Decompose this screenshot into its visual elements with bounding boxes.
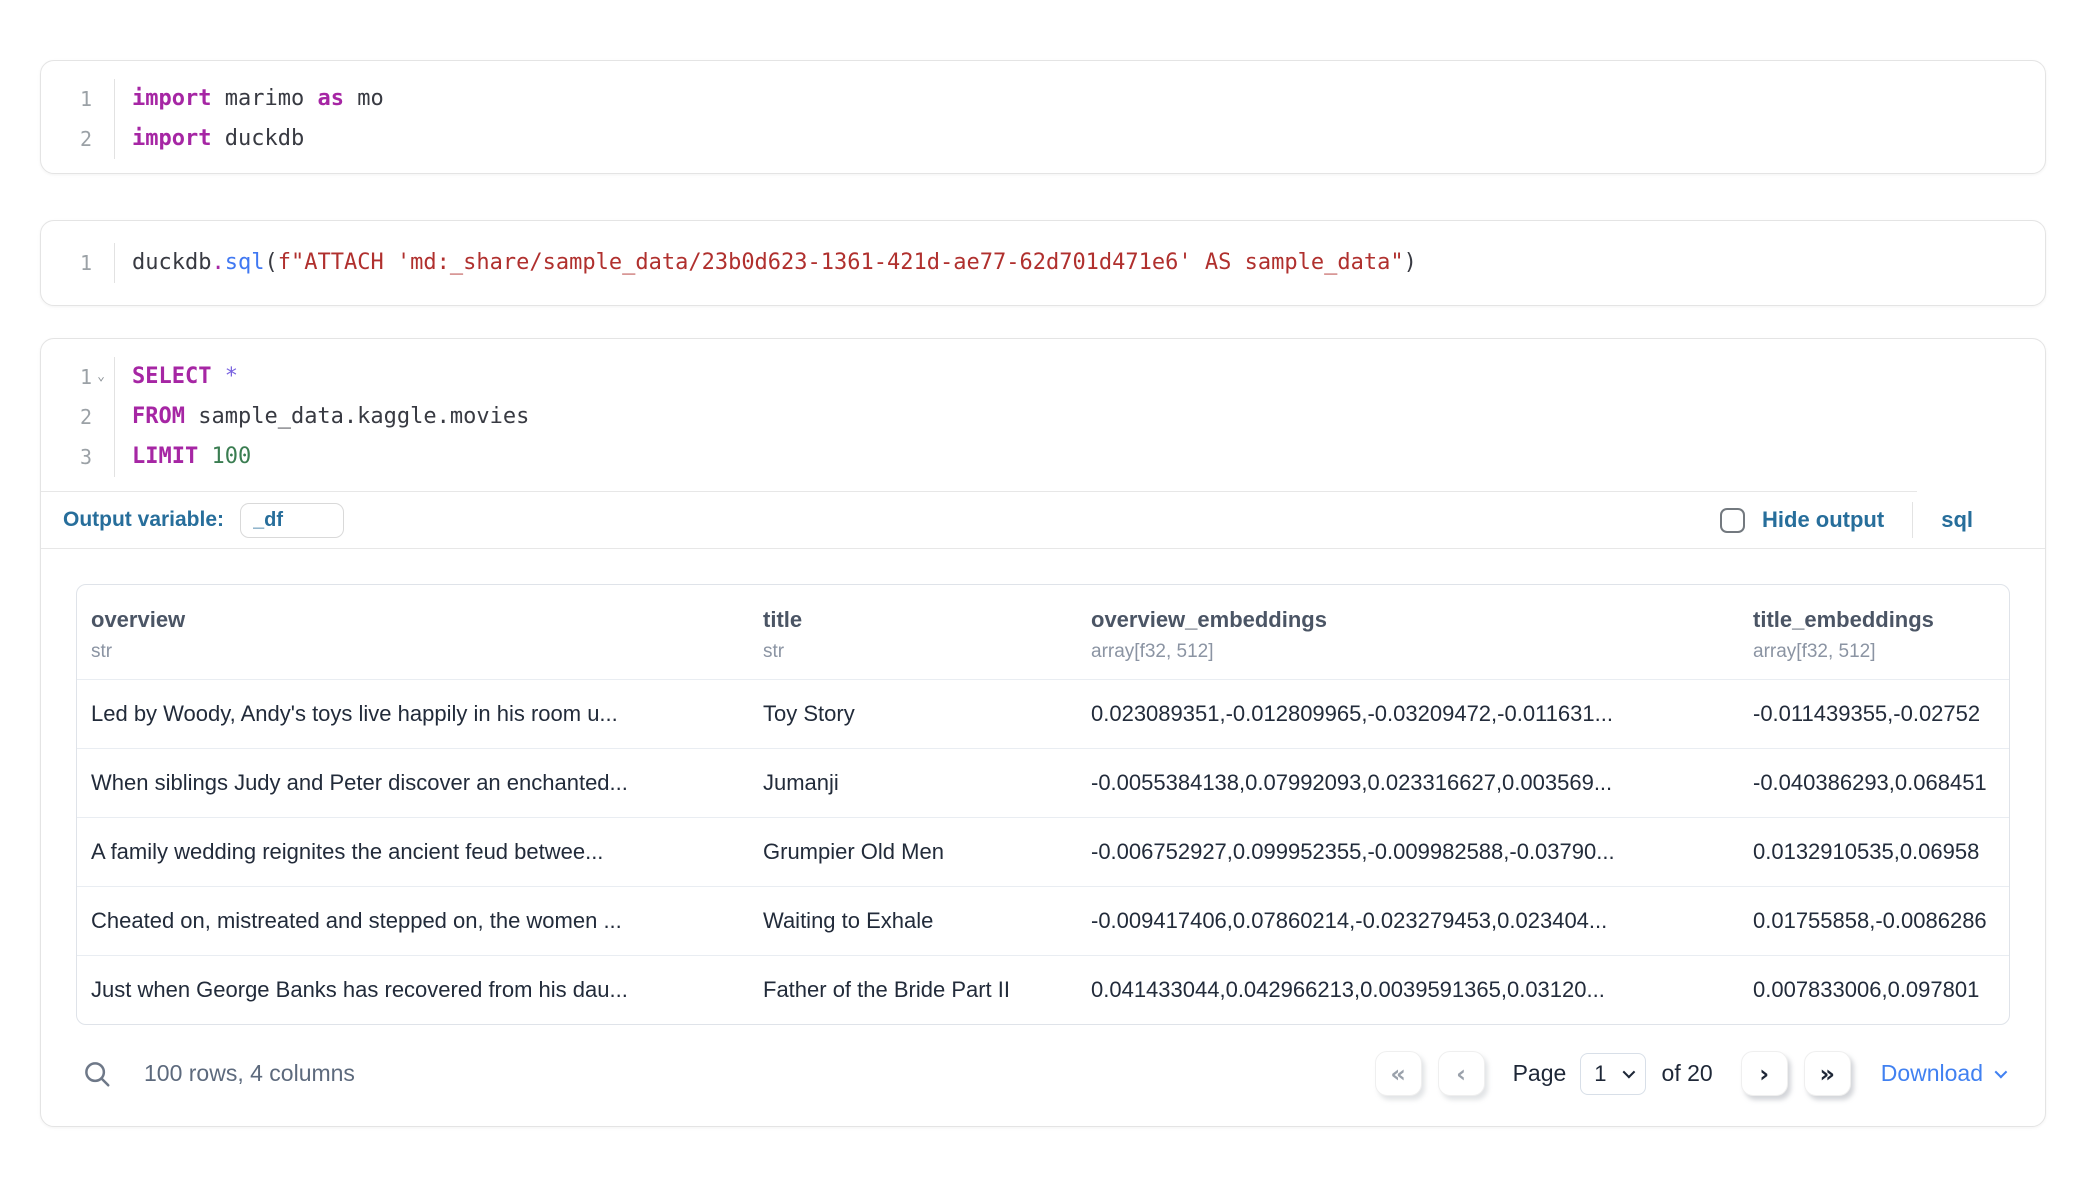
table-cell: Cheated on, mistreated and stepped on, t… [77,887,763,956]
chevron-down-icon [1622,1066,1635,1079]
column-type: array[f32, 512] [1091,641,1729,663]
code-editor[interactable]: 1⌄SELECT *2FROM sample_data.kaggle.movie… [41,339,2045,491]
sql-cell: 1⌄SELECT *2FROM sample_data.kaggle.movie… [40,338,2046,1127]
table-cell: 0.007833006,0.097801 [1753,956,2010,1025]
column-header-overview_embeddings[interactable]: overview_embeddings array[f32, 512] [1091,585,1753,680]
page-select[interactable]: 1 [1580,1053,1645,1095]
table-row: A family wedding reignites the ancient f… [77,818,2010,887]
code-text: LIMIT 100 [115,437,251,477]
column-name: title_embeddings [1753,607,2010,633]
code-line: 2import duckdb [41,119,2045,159]
column-header-overview[interactable]: overview str [77,585,763,680]
row-count-summary: 100 rows, 4 columns [144,1060,355,1087]
table-cell: Toy Story [763,680,1091,749]
table-footer-left: 100 rows, 4 columns [82,1059,355,1089]
hide-output-label: Hide output [1762,507,1884,533]
table-cell: -0.009417406,0.07860214,-0.023279453,0.0… [1091,887,1753,956]
code-text: import duckdb [115,119,304,159]
prev-page-button[interactable]: ‹ [1438,1051,1485,1096]
column-name: title [763,607,1067,633]
table-body: Led by Woody, Andy's toys live happily i… [77,680,2010,1025]
table-cell: Led by Woody, Andy's toys live happily i… [77,680,763,749]
code-text: import marimo as mo [115,79,384,119]
table-cell: Father of the Bride Part II [763,956,1091,1025]
line-number: 1 [41,243,115,283]
output-variable-label: Output variable: [63,508,224,532]
search-icon [82,1059,112,1089]
line-number: 1⌄ [41,357,115,397]
toolbar-divider [1912,502,1913,538]
column-name: overview_embeddings [1091,607,1729,633]
next-page-button[interactable]: › [1741,1051,1788,1096]
table-row: Just when George Banks has recovered fro… [77,956,2010,1025]
code-editor[interactable]: 1duckdb.sql(f"ATTACH 'md:_share/sample_d… [41,221,2045,305]
table-footer: 100 rows, 4 columns « ‹ Page 1 of 20 › »… [76,1025,2010,1098]
dataframe-table-card: overview str title str overview_embeddingsar… [76,584,2010,1025]
first-page-button[interactable]: « [1375,1051,1422,1096]
fold-chevron-icon[interactable]: ⌄ [92,357,110,397]
code-text: duckdb.sql(f"ATTACH 'md:_share/sample_da… [115,243,1417,283]
download-button[interactable]: Download [1881,1060,2004,1087]
page-count-label: of 20 [1662,1060,1713,1087]
cell-output: overview str title str overview_embeddingsar… [41,549,2045,1126]
line-number: 3 [41,437,115,477]
download-label: Download [1881,1060,1983,1087]
search-button[interactable] [82,1059,112,1089]
table-cell: A family wedding reignites the ancient f… [77,818,763,887]
hide-output-toggle[interactable]: Hide output [1720,507,1884,533]
line-number: 1 [41,79,115,119]
line-number: 2 [41,397,115,437]
hide-output-checkbox[interactable] [1720,508,1745,533]
table-cell: Grumpier Old Men [763,818,1091,887]
table-cell: -0.011439355,-0.02752 [1753,680,2010,749]
line-number: 2 [41,119,115,159]
code-line: 3LIMIT 100 [41,437,2045,477]
column-name: overview [91,607,739,633]
column-header-title_embeddings[interactable]: title_embeddings array[f32, 512] [1753,585,2010,680]
table-cell: -0.040386293,0.068451 [1753,749,2010,818]
code-cell-attach: 1duckdb.sql(f"ATTACH 'md:_share/sample_d… [40,220,2046,306]
code-text: SELECT * [115,357,238,397]
last-page-button[interactable]: » [1804,1051,1851,1096]
table-row: Cheated on, mistreated and stepped on, t… [77,887,2010,956]
notebook-page: 1import marimo as mo2import duckdb 1duck… [0,60,2086,1127]
table-cell: Waiting to Exhale [763,887,1091,956]
chevron-down-icon [1995,1066,2008,1079]
table-row: Led by Woody, Andy's toys live happily i… [77,680,2010,749]
language-badge-sql[interactable]: sql [1941,507,1987,533]
code-editor[interactable]: 1import marimo as mo2import duckdb [41,61,2045,173]
code-line: 1⌄SELECT * [41,357,2045,397]
table-row: When siblings Judy and Peter discover an… [77,749,2010,818]
page-label: Page [1513,1060,1567,1087]
table-cell: 0.041433044,0.042966213,0.0039591365,0.0… [1091,956,1753,1025]
column-type: str [763,641,1067,663]
sql-cell-toolbar-right: Hide output sql [1720,502,1987,538]
column-header-title[interactable]: title str [763,585,1091,680]
code-line: 2FROM sample_data.kaggle.movies [41,397,2045,437]
dataframe-table: overview str title str overview_embeddingsar… [77,585,2010,1024]
table-cell: -0.006752927,0.099952355,-0.009982588,-0… [1091,818,1753,887]
table-cell: 0.01755858,-0.0086286 [1753,887,2010,956]
column-type: str [91,641,739,663]
code-line: 1import marimo as mo [41,79,2045,119]
table-cell: Just when George Banks has recovered fro… [77,956,763,1025]
table-header-row: overview str title str overview_embeddingsar… [77,585,2010,680]
table-cell: 0.0132910535,0.06958 [1753,818,2010,887]
output-variable-input[interactable] [240,503,344,538]
column-type: array[f32, 512] [1753,641,2010,663]
table-cell: When siblings Judy and Peter discover an… [77,749,763,818]
code-text: FROM sample_data.kaggle.movies [115,397,529,437]
table-cell: 0.023089351,-0.012809965,-0.03209472,-0.… [1091,680,1753,749]
table-cell: -0.0055384138,0.07992093,0.023316627,0.0… [1091,749,1753,818]
sql-cell-toolbar: Output variable: Hide output sql [41,492,2045,549]
output-variable-group: Output variable: [63,503,344,538]
code-cell-imports: 1import marimo as mo2import duckdb [40,60,2046,174]
code-line: 1duckdb.sql(f"ATTACH 'md:_share/sample_d… [41,243,2045,283]
pagination: « ‹ Page 1 of 20 › » Download [1359,1051,2004,1096]
page-select-value: 1 [1594,1061,1606,1087]
table-cell: Jumanji [763,749,1091,818]
